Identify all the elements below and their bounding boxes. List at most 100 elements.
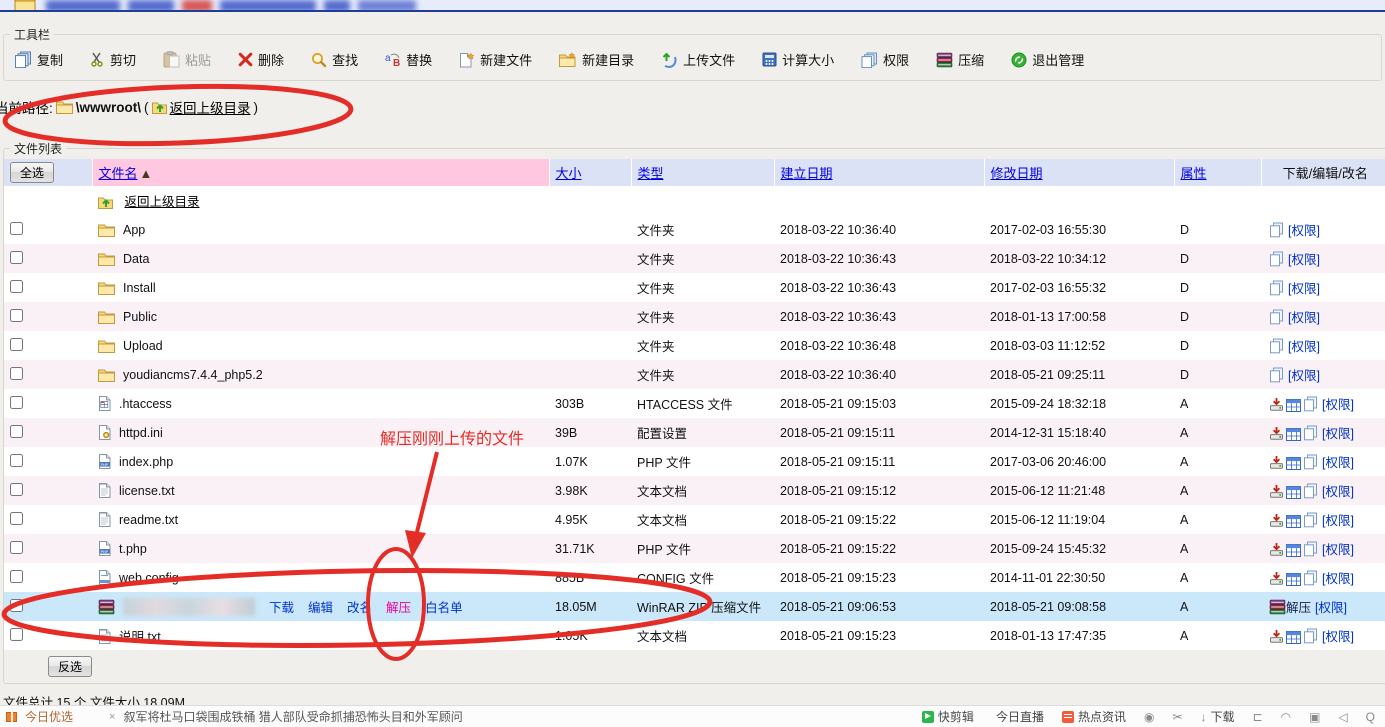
toolbar-button-find[interactable]: 查找 [311, 50, 358, 69]
rename-icon[interactable] [1303, 512, 1318, 528]
news-headline-link[interactable]: 叙军将杜马口袋围成铁桶 猎人部队受命抓捕恐怖头目和外军顾问 [123, 708, 462, 725]
taskbar-tool-wheel[interactable]: ◉ [1144, 710, 1154, 724]
toolbar-button-newdir[interactable]: 新建目录 [559, 50, 634, 69]
permissions-link[interactable]: [权限] [1322, 543, 1354, 557]
permissions-link[interactable]: [权限] [1288, 340, 1320, 354]
rename-icon[interactable] [1269, 338, 1284, 354]
row-checkbox[interactable] [10, 222, 23, 235]
row-checkbox[interactable] [10, 367, 23, 380]
row-inline-link[interactable]: 白名单 [425, 601, 463, 615]
toolbar-button-replace[interactable]: aB替换 [385, 50, 432, 69]
sort-size-link[interactable]: 大小 [556, 166, 582, 181]
edit-icon[interactable] [1286, 515, 1301, 528]
file-row[interactable]: .htaccess303BHTACCESS 文件2018-05-21 09:15… [4, 389, 1385, 418]
taskbar-tool-hot-news[interactable]: 热点资讯 [1062, 708, 1126, 725]
file-row[interactable]: PHPindex.php1.07KPHP 文件2018-05-21 09:15:… [4, 447, 1385, 476]
row-checkbox[interactable] [10, 425, 23, 438]
toolbar-button-newfile[interactable]: 新建文件 [459, 50, 532, 69]
select-all-button[interactable]: 全选 [10, 162, 54, 183]
file-row[interactable]: httpd.ini39B配置设置2018-05-21 09:15:112014-… [4, 418, 1385, 447]
file-row[interactable]: Data文件夹2018-03-22 10:36:432018-03-22 10:… [4, 244, 1385, 273]
download-icon[interactable] [1269, 426, 1284, 441]
file-row[interactable]: App文件夹2018-03-22 10:36:402017-02-03 16:5… [4, 215, 1385, 244]
row-checkbox[interactable] [10, 396, 23, 409]
row-checkbox[interactable] [10, 541, 23, 554]
row-checkbox[interactable] [10, 309, 23, 322]
file-row[interactable]: Public文件夹2018-03-22 10:36:432018-01-13 1… [4, 302, 1385, 331]
toolbar-button-exit[interactable]: 退出管理 [1011, 50, 1084, 69]
permissions-link[interactable]: [权限] [1322, 427, 1354, 441]
row-checkbox[interactable] [10, 599, 23, 612]
permissions-link[interactable]: [权限] [1288, 224, 1320, 238]
rename-icon[interactable] [1303, 425, 1318, 441]
permissions-link[interactable]: [权限] [1322, 572, 1354, 586]
edit-icon[interactable] [1286, 399, 1301, 412]
rename-icon[interactable] [1303, 628, 1318, 644]
toolbar-button-paste[interactable]: 粘贴 [163, 50, 211, 69]
download-icon[interactable] [1269, 397, 1284, 412]
toolbar-button-compress[interactable]: 压缩 [936, 50, 984, 69]
file-row[interactable]: 下载编辑改名解压白名单18.05MWinRAR ZIP 压缩文件2018-05-… [4, 592, 1385, 621]
taskbar-tool-snip[interactable]: ✂ [1172, 710, 1182, 724]
file-row[interactable]: readme.txt4.95K文本文档2018-05-21 09:15:2220… [4, 505, 1385, 534]
file-row[interactable]: youdiancms7.4.4_php5.2文件夹2018-03-22 10:3… [4, 360, 1385, 389]
download-icon[interactable] [1269, 484, 1284, 499]
toolbar-button-copy[interactable]: 复制 [14, 50, 63, 69]
row-inline-link[interactable]: 改名 [347, 601, 372, 615]
download-icon[interactable] [1269, 571, 1284, 586]
permissions-link[interactable]: [权限] [1315, 601, 1347, 615]
rename-icon[interactable] [1303, 483, 1318, 499]
permissions-link[interactable]: [权限] [1288, 369, 1320, 383]
taskbar-tool-today-live[interactable]: 今日直播 [992, 708, 1044, 725]
download-icon[interactable] [1269, 513, 1284, 528]
taskbar-tool-sidebar[interactable]: ⊏ [1253, 710, 1263, 724]
permissions-link[interactable]: [权限] [1322, 485, 1354, 499]
taskbar-tool-quick-clip[interactable]: 快剪辑 [922, 708, 974, 725]
rename-icon[interactable] [1303, 454, 1318, 470]
permissions-link[interactable]: [权限] [1288, 282, 1320, 296]
invert-select-button[interactable]: 反选 [48, 656, 92, 677]
row-inline-link[interactable]: 解压 [386, 601, 411, 615]
rename-icon[interactable] [1269, 280, 1284, 296]
edit-icon[interactable] [1286, 631, 1301, 644]
edit-icon[interactable] [1286, 544, 1301, 557]
download-icon[interactable] [1269, 455, 1284, 470]
row-checkbox[interactable] [10, 628, 23, 641]
sort-name-link[interactable]: 文件名 [99, 166, 138, 181]
edit-icon[interactable] [1286, 457, 1301, 470]
row-checkbox[interactable] [10, 338, 23, 351]
rename-icon[interactable] [1269, 309, 1284, 325]
rename-icon[interactable] [1269, 222, 1284, 238]
permissions-link[interactable]: [权限] [1322, 630, 1354, 644]
row-checkbox[interactable] [10, 512, 23, 525]
toolbar-button-delete[interactable]: 删除 [238, 50, 284, 69]
extract-link[interactable]: 解压 [1286, 601, 1311, 615]
row-checkbox[interactable] [10, 454, 23, 467]
toolbar-button-calcsize[interactable]: 计算大小 [762, 50, 834, 69]
sort-created-link[interactable]: 建立日期 [781, 166, 833, 181]
sort-type-link[interactable]: 类型 [638, 166, 664, 181]
row-inline-link[interactable]: 编辑 [308, 601, 333, 615]
file-row[interactable]: license.txt3.98K文本文档2018-05-21 09:15:122… [4, 476, 1385, 505]
permissions-link[interactable]: [权限] [1322, 456, 1354, 470]
sort-modified-link[interactable]: 修改日期 [991, 166, 1043, 181]
file-row[interactable]: 说明.txt1.05K文本文档2018-05-21 09:15:232018-0… [4, 621, 1385, 650]
rename-icon[interactable] [1303, 396, 1318, 412]
rename-icon[interactable] [1303, 570, 1318, 586]
row-checkbox[interactable] [10, 251, 23, 264]
up-directory-link[interactable]: 返回上级目录 [170, 97, 251, 117]
row-checkbox[interactable] [10, 570, 23, 583]
row-checkbox[interactable] [10, 483, 23, 496]
toolbar-button-cut[interactable]: 剪切 [90, 50, 136, 69]
taskbar-tool-arc[interactable]: ◠ [1281, 710, 1291, 724]
edit-icon[interactable] [1286, 486, 1301, 499]
permissions-link[interactable]: [权限] [1322, 398, 1354, 412]
permissions-link[interactable]: [权限] [1288, 253, 1320, 267]
toolbar-button-upload[interactable]: 上传文件 [661, 50, 735, 69]
up-directory-row[interactable]: 返回上级目录 [4, 186, 1385, 215]
close-headline-icon[interactable]: × [109, 711, 115, 723]
rename-icon[interactable] [1269, 251, 1284, 267]
download-icon[interactable] [1269, 629, 1284, 644]
row-checkbox[interactable] [10, 280, 23, 293]
taskbar-tool-windows[interactable]: ▣ [1309, 710, 1320, 724]
